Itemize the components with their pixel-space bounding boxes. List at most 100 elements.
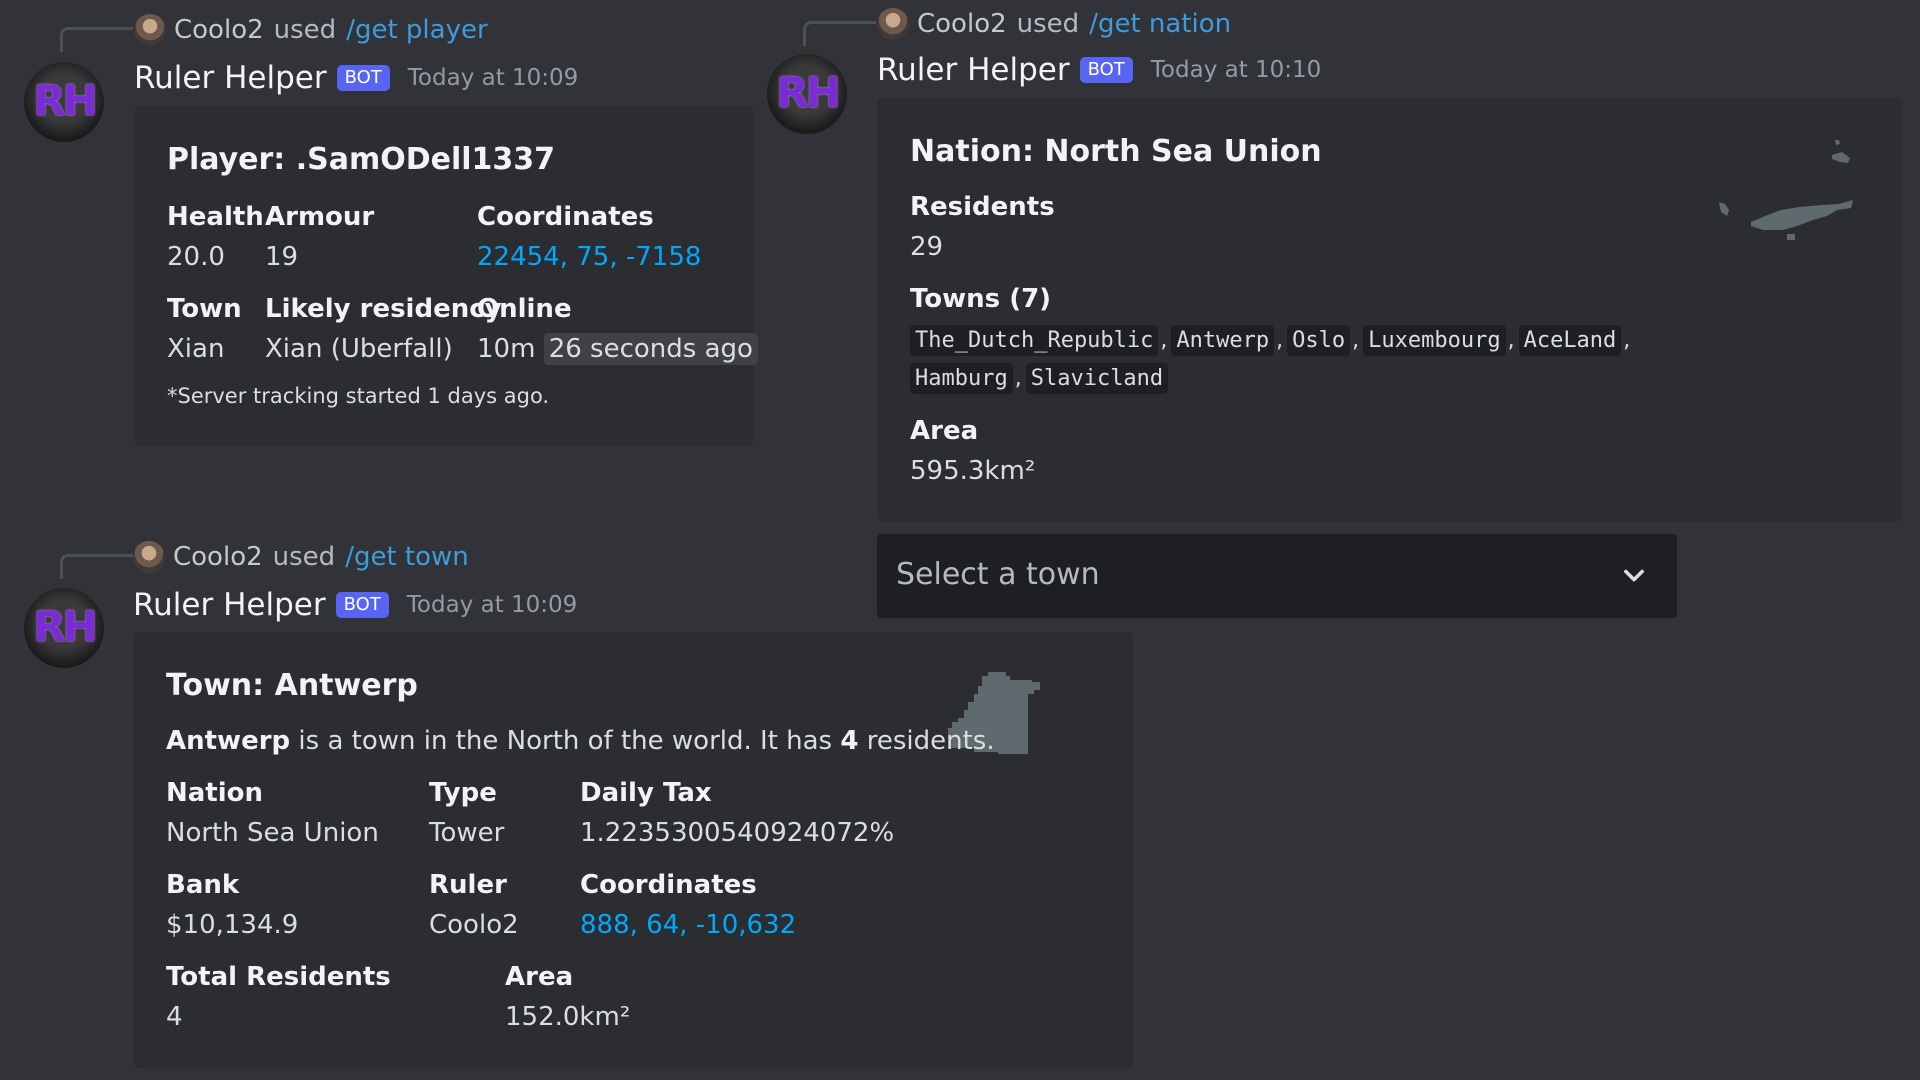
reply-username[interactable]: Coolo2 xyxy=(174,15,264,45)
user-avatar[interactable] xyxy=(134,14,166,46)
field-name-coordinates: Coordinates xyxy=(580,870,757,900)
reply-username[interactable]: Coolo2 xyxy=(917,9,1007,39)
embed-footnote: *Server tracking started 1 days ago. xyxy=(167,384,550,408)
field-name-online: Online xyxy=(477,294,572,324)
field-value-ruler: Coolo2 xyxy=(429,910,519,940)
separator: , xyxy=(1507,328,1515,353)
bot-badge: BOT xyxy=(336,65,390,91)
town-chip: Slavicland xyxy=(1025,363,1169,394)
message-header: Ruler Helper BOT Today at 10:09 xyxy=(133,587,577,623)
field-name-ruler: Ruler xyxy=(429,870,507,900)
bot-avatar-text: RH xyxy=(33,602,98,651)
timestamp[interactable]: Today at 10:10 xyxy=(1151,57,1322,83)
town-select-dropdown[interactable]: Select a town xyxy=(877,534,1677,618)
field-name-area: Area xyxy=(505,962,574,992)
town-chip: AceLand xyxy=(1518,325,1622,356)
bot-avatar[interactable]: RH xyxy=(24,62,104,142)
user-avatar[interactable] xyxy=(133,541,165,573)
field-name-bank: Bank xyxy=(166,870,240,900)
reply-used-text: used xyxy=(1016,9,1080,39)
embed-title: Player: .SamODell1337 xyxy=(167,142,556,177)
separator: , xyxy=(1160,328,1168,353)
field-value-armour: 19 xyxy=(265,242,299,272)
field-name-residency: Likely residency xyxy=(265,294,502,324)
bot-name[interactable]: Ruler Helper xyxy=(134,60,327,96)
select-placeholder: Select a town xyxy=(896,557,1100,592)
embed-description: Antwerp is a town in the North of the wo… xyxy=(166,726,995,756)
bot-avatar[interactable]: RH xyxy=(767,54,847,134)
field-name-coordinates: Coordinates xyxy=(477,202,654,232)
town-chip: Oslo xyxy=(1287,325,1351,356)
field-value-health: 20.0 xyxy=(167,242,225,272)
timestamp[interactable]: Today at 10:09 xyxy=(408,65,579,91)
field-name-tax: Daily Tax xyxy=(580,778,712,808)
field-value-nation: North Sea Union xyxy=(166,818,379,848)
chevron-down-icon xyxy=(1624,569,1644,582)
reply-header[interactable]: Coolo2 used /get nation xyxy=(877,8,1231,40)
message-header: Ruler Helper BOT Today at 10:10 xyxy=(877,52,1321,88)
bot-avatar-text: RH xyxy=(776,68,841,117)
coordinates-link[interactable]: 22454, 75, -7158 xyxy=(477,242,701,272)
field-value-type: Tower xyxy=(429,818,505,848)
field-value-residents: 29 xyxy=(910,232,944,262)
field-value-area: 152.0km² xyxy=(505,1002,631,1032)
reply-used-text: used xyxy=(273,15,337,45)
field-name-total-residents: Total Residents xyxy=(166,962,391,992)
field-name-towns: Towns (7) xyxy=(910,284,1052,314)
field-value-residency: Xian (Uberfall) xyxy=(265,334,453,364)
timestamp[interactable]: Today at 10:09 xyxy=(407,592,578,618)
field-name-nation: Nation xyxy=(166,778,264,808)
reply-command[interactable]: /get town xyxy=(345,542,469,572)
separator: , xyxy=(1014,366,1022,391)
field-name-health: Health xyxy=(167,202,264,232)
nation-embed: Nation: North Sea Union Residents 29 Tow… xyxy=(877,98,1902,522)
field-value-tax: 1.2235300540924072% xyxy=(580,818,895,848)
field-name-area: Area xyxy=(910,416,979,446)
reply-command[interactable]: /get nation xyxy=(1089,9,1231,39)
reply-connector xyxy=(60,554,133,579)
reply-username[interactable]: Coolo2 xyxy=(173,542,263,572)
town-chip: Antwerp xyxy=(1171,325,1275,356)
nation-map-thumbnail[interactable] xyxy=(1717,130,1867,250)
town-list: The_Dutch_Republic, Antwerp, Oslo, Luxembou… xyxy=(910,322,1650,398)
field-value-area: 595.3km² xyxy=(910,456,1036,486)
town-chip: Luxembourg xyxy=(1363,325,1506,356)
reply-used-text: used xyxy=(272,542,336,572)
user-avatar[interactable] xyxy=(877,8,909,40)
separator: , xyxy=(1352,328,1360,353)
town-chip: Hamburg xyxy=(910,363,1013,394)
reply-connector xyxy=(60,27,133,52)
bot-name[interactable]: Ruler Helper xyxy=(877,52,1070,88)
coordinates-link[interactable]: 888, 64, -10,632 xyxy=(580,910,796,940)
reply-header[interactable]: Coolo2 used /get player xyxy=(134,14,488,46)
field-value-total-residents: 4 xyxy=(166,1002,183,1032)
embed-title: Town: Antwerp xyxy=(166,668,418,703)
field-value-online: 10m 26 seconds ago xyxy=(477,333,758,365)
bot-name[interactable]: Ruler Helper xyxy=(133,587,326,623)
town-chip: The_Dutch_Republic xyxy=(910,325,1159,356)
embed-title: Nation: North Sea Union xyxy=(910,134,1322,169)
separator: , xyxy=(1276,328,1284,353)
reply-connector xyxy=(803,21,876,46)
town-embed: Town: Antwerp Antwerp is a town in the N… xyxy=(133,632,1133,1068)
resident-count-bold: 4 xyxy=(840,726,859,756)
description-text: is a town in the North of the world. It … xyxy=(290,726,841,756)
field-name-type: Type xyxy=(429,778,497,808)
description-end: residents. xyxy=(858,726,995,756)
bot-avatar[interactable]: RH xyxy=(24,588,104,668)
reply-command[interactable]: /get player xyxy=(346,15,487,45)
reply-header[interactable]: Coolo2 used /get town xyxy=(133,541,469,573)
bot-badge: BOT xyxy=(1079,57,1133,83)
relative-timestamp[interactable]: 26 seconds ago xyxy=(543,333,758,365)
message-header: Ruler Helper BOT Today at 10:09 xyxy=(134,60,578,96)
player-embed: Player: .SamODell1337 Health 20.0 Armour… xyxy=(134,106,758,446)
bot-badge: BOT xyxy=(335,592,389,618)
field-name-residents: Residents xyxy=(910,192,1055,222)
bot-avatar-text: RH xyxy=(33,76,98,125)
field-name-armour: Armour xyxy=(265,202,375,232)
field-name-town: Town xyxy=(167,294,242,324)
field-value-town: Xian xyxy=(167,334,225,364)
town-name-bold: Antwerp xyxy=(166,726,291,756)
field-value-bank: $10,134.9 xyxy=(166,910,299,940)
separator: , xyxy=(1623,328,1631,353)
